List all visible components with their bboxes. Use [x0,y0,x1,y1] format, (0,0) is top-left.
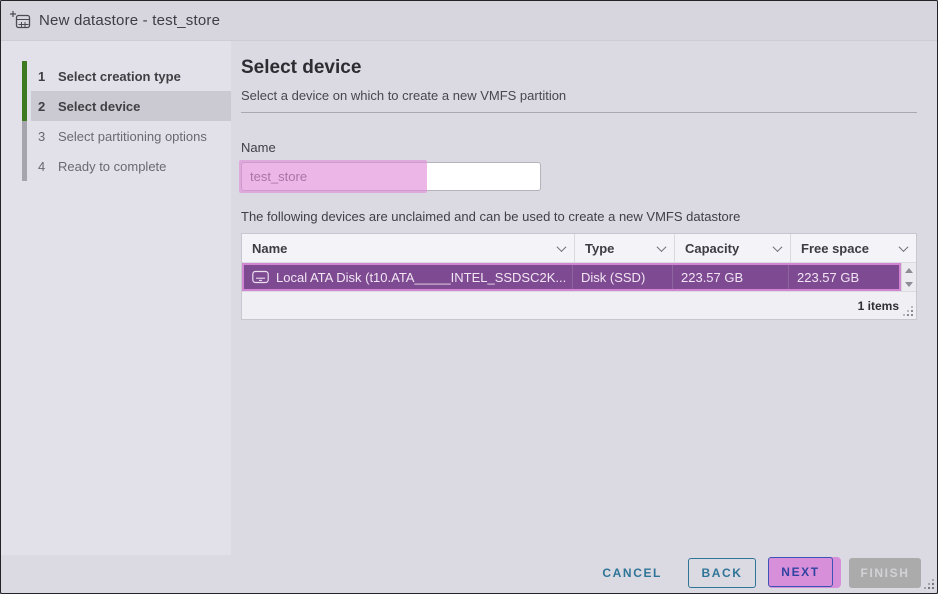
step-label: Ready to complete [58,159,166,174]
header-divider [241,112,917,113]
scroll-down-icon[interactable] [902,277,916,291]
column-label: Free space [801,241,869,256]
step-progress-bar [22,61,27,91]
column-header-type[interactable]: Type [574,234,674,262]
scroll-up-icon[interactable] [902,263,916,277]
column-header-capacity[interactable]: Capacity [674,234,790,262]
hard-disk-icon [252,270,269,284]
items-count: 1 items [858,299,899,313]
step-select-device[interactable]: 2 Select device [1,91,231,121]
device-free-space-cell: 223.57 GB [788,265,899,289]
new-datastore-icon [9,9,35,33]
step-number: 4 [38,159,58,174]
step-number: 1 [38,69,58,84]
device-name: Local ATA Disk (t10.ATA_____INTEL_SSDSC2… [276,270,566,285]
device-type-cell: Disk (SSD) [572,265,672,289]
step-progress-bar [22,121,27,151]
device-row-selected[interactable]: Local ATA Disk (t10.ATA_____INTEL_SSDSC2… [242,263,901,291]
chevron-down-icon[interactable] [657,242,667,252]
finish-button: FINISH [849,558,921,588]
step-label: Select creation type [58,69,181,84]
table-resize-grip-icon[interactable] [904,307,913,316]
devices-table-footer: 1 items [242,291,916,319]
new-datastore-dialog: New datastore - test_store 1 Select crea… [0,0,938,594]
datastore-name-input[interactable] [241,162,541,191]
next-button-highlight: NEXT [768,557,841,588]
dialog-footer: CANCEL BACK NEXT FINISH [598,557,921,588]
step-ready-to-complete[interactable]: 4 Ready to complete [1,151,231,181]
dialog-titlebar: New datastore - test_store [1,1,937,41]
devices-caption: The following devices are unclaimed and … [241,209,917,224]
step-select-partitioning-options[interactable]: 3 Select partitioning options [1,121,231,151]
page-subtitle: Select a device on which to create a new… [241,88,917,103]
cancel-button[interactable]: CANCEL [598,558,666,588]
column-label: Capacity [685,241,739,256]
devices-table: Name Type Capacity Free space [241,233,917,320]
wizard-content: Select device Select a device on which t… [231,41,938,555]
chevron-down-icon[interactable] [557,242,567,252]
name-field-label: Name [241,140,917,155]
step-number: 2 [38,99,58,114]
table-scrollbar[interactable] [901,263,916,291]
chevron-down-icon[interactable] [899,242,909,252]
column-header-name[interactable]: Name [242,234,574,262]
step-label: Select device [58,99,140,114]
column-label: Type [585,241,614,256]
next-button[interactable]: NEXT [768,557,833,587]
device-name-cell: Local ATA Disk (t10.ATA_____INTEL_SSDSC2… [244,265,572,289]
back-button[interactable]: BACK [688,558,756,588]
step-progress-bar [22,91,27,121]
dialog-title: New datastore - test_store [39,12,220,29]
devices-table-header: Name Type Capacity Free space [242,234,916,263]
column-header-free-space[interactable]: Free space [790,234,916,262]
column-label: Name [252,241,287,256]
device-capacity-cell: 223.57 GB [672,265,788,289]
step-progress-bar [22,151,27,181]
page-title: Select device [241,57,917,79]
chevron-down-icon[interactable] [773,242,783,252]
dialog-resize-grip-icon[interactable] [924,579,934,589]
step-label: Select partitioning options [58,129,207,144]
step-number: 3 [38,129,58,144]
wizard-steps-sidebar: 1 Select creation type 2 Select device 3… [1,41,231,555]
step-select-creation-type[interactable]: 1 Select creation type [1,61,231,91]
